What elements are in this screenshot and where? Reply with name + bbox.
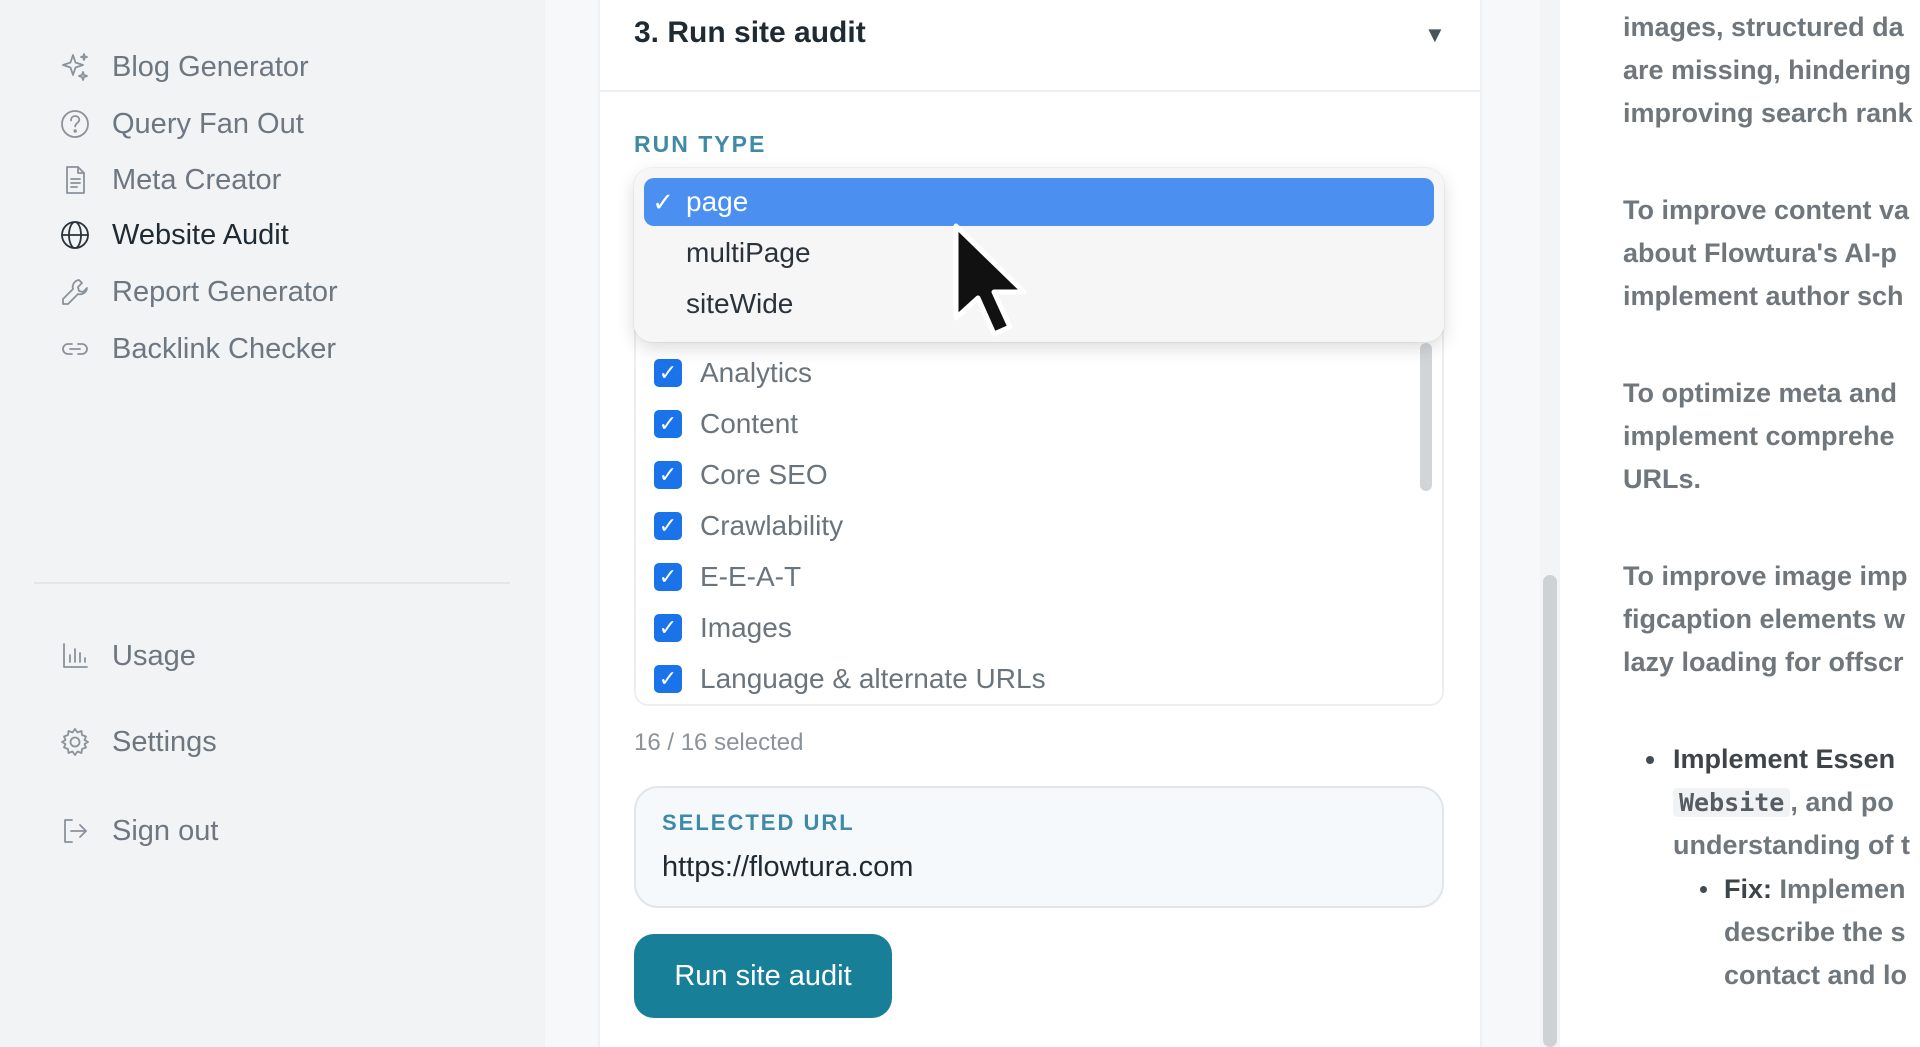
report-line: implement comprehe [1623, 421, 1895, 451]
bullet-icon [1646, 756, 1654, 764]
check-images[interactable]: ✓ Images [654, 608, 792, 648]
sidebar-item-website-audit[interactable]: Website Audit [58, 213, 289, 257]
run-site-audit-button[interactable]: Run site audit [634, 934, 892, 1018]
sidebar-item-query-fan-out[interactable]: Query Fan Out [58, 102, 304, 146]
gear-icon [58, 725, 92, 759]
checkbox-checked-icon[interactable]: ✓ [654, 614, 682, 642]
check-eeat[interactable]: ✓ E-E-A-T [654, 557, 801, 597]
selected-url-box: SELECTED URL https://flowtura.com [634, 786, 1444, 908]
report-line: are missing, hindering [1623, 55, 1912, 85]
mouse-cursor-icon [953, 223, 1027, 337]
report-line: about Flowtura's AI-p [1623, 238, 1897, 268]
sidebar-item-usage[interactable]: Usage [58, 634, 196, 678]
sub-bullet-icon [1700, 886, 1707, 893]
check-analytics[interactable]: ✓ Analytics [654, 353, 812, 393]
report-line: improving search rank [1623, 98, 1913, 128]
check-language-alternate-urls[interactable]: ✓ Language & alternate URLs [654, 659, 1046, 699]
report-bullet-line: Website, and po [1673, 781, 1920, 824]
report-fix-line: contact and lo [1724, 960, 1908, 990]
report-line: lazy loading for offscr [1623, 647, 1904, 677]
run-type-option-multipage[interactable]: multiPage [644, 229, 1434, 277]
sidebar-divider [34, 582, 510, 584]
report-fix-line: Fix: Implemen [1724, 874, 1906, 904]
sidebar-item-label: Report Generator [112, 275, 338, 308]
report-bullet-line: understanding of t [1673, 830, 1910, 860]
report-line: To improve content va [1623, 195, 1910, 225]
sign-out-icon [58, 814, 92, 848]
checkbox-checked-icon[interactable]: ✓ [654, 359, 682, 387]
sidebar-item-sign-out[interactable]: Sign out [58, 809, 218, 853]
check-core-seo[interactable]: ✓ Core SEO [654, 455, 828, 495]
check-label: Language & alternate URLs [700, 663, 1046, 694]
report-line: To improve image imp [1623, 561, 1908, 591]
run-type-option-sitewide[interactable]: siteWide [644, 280, 1434, 328]
checkbox-checked-icon[interactable]: ✓ [654, 461, 682, 489]
check-label: Crawlability [700, 510, 844, 541]
sidebar-item-meta-creator[interactable]: Meta Creator [58, 158, 281, 202]
report-bullet-title: Implement Essen [1673, 744, 1896, 774]
main-scrollbar-thumb[interactable] [1543, 575, 1557, 1047]
sparkles-icon [58, 50, 92, 84]
checkbox-checked-icon[interactable]: ✓ [654, 512, 682, 540]
inline-code: Website [1673, 788, 1791, 817]
audit-checks-list: ✓ Analytics ✓ Content ✓ Core SEO ✓ Crawl… [634, 330, 1444, 706]
sidebar: Blog Generator Query Fan Out Meta Creato… [0, 0, 545, 1047]
sidebar-item-label: Meta Creator [112, 163, 282, 196]
globe-icon [58, 218, 92, 252]
sidebar-item-label: Query Fan Out [112, 107, 304, 140]
report-line: images, structured da [1623, 12, 1904, 42]
checkbox-checked-icon[interactable]: ✓ [654, 665, 682, 693]
run-type-label: RUN TYPE [634, 131, 767, 157]
bar-chart-icon [58, 639, 92, 673]
check-label: E-E-A-T [700, 561, 802, 592]
sidebar-item-label: Website Audit [112, 218, 289, 251]
check-crawlability[interactable]: ✓ Crawlability [654, 506, 843, 546]
section-title: 3. Run site audit [634, 16, 866, 49]
sidebar-item-label: Usage [112, 639, 196, 672]
report-fix-line: describe the s [1724, 917, 1906, 947]
collapse-caret-icon[interactable]: ▼ [1424, 22, 1446, 48]
audit-report-pane: images, structured da are missing, hinde… [1560, 0, 1920, 1047]
check-label: Content [700, 408, 799, 439]
check-label: Analytics [700, 357, 813, 388]
sidebar-item-label: Backlink Checker [112, 332, 337, 365]
checklist-scrollbar[interactable] [1420, 343, 1432, 491]
sidebar-item-blog-generator[interactable]: Blog Generator [58, 45, 309, 89]
document-icon [58, 163, 92, 197]
sidebar-item-backlink-checker[interactable]: Backlink Checker [58, 327, 336, 371]
selected-url-value: https://flowtura.com [662, 851, 914, 883]
report-line: implement author sch [1623, 281, 1904, 311]
sidebar-item-label: Sign out [112, 814, 219, 847]
report-line: figcaption elements w [1623, 604, 1906, 634]
report-line: To optimize meta and [1623, 378, 1898, 408]
wrench-icon [58, 275, 92, 309]
selected-count: 16 / 16 selected [634, 729, 804, 756]
sidebar-item-settings[interactable]: Settings [58, 720, 217, 764]
check-label: Images [700, 612, 792, 643]
checkbox-checked-icon[interactable]: ✓ [654, 563, 682, 591]
checkmark-icon: ✓ [652, 186, 674, 217]
sidebar-item-label: Blog Generator [112, 50, 309, 83]
checkbox-checked-icon[interactable]: ✓ [654, 410, 682, 438]
check-content[interactable]: ✓ Content [654, 404, 798, 444]
report-line: URLs. [1623, 464, 1702, 494]
run-type-dropdown[interactable]: ✓ page multiPage siteWide [634, 168, 1444, 342]
link-icon [58, 332, 92, 366]
help-circle-icon [58, 107, 92, 141]
check-label: Core SEO [700, 459, 828, 490]
run-type-option-page[interactable]: ✓ page [644, 178, 1434, 226]
sidebar-item-report-generator[interactable]: Report Generator [58, 270, 338, 314]
sidebar-item-label: Settings [112, 725, 217, 758]
selected-url-label: SELECTED URL [662, 810, 855, 835]
